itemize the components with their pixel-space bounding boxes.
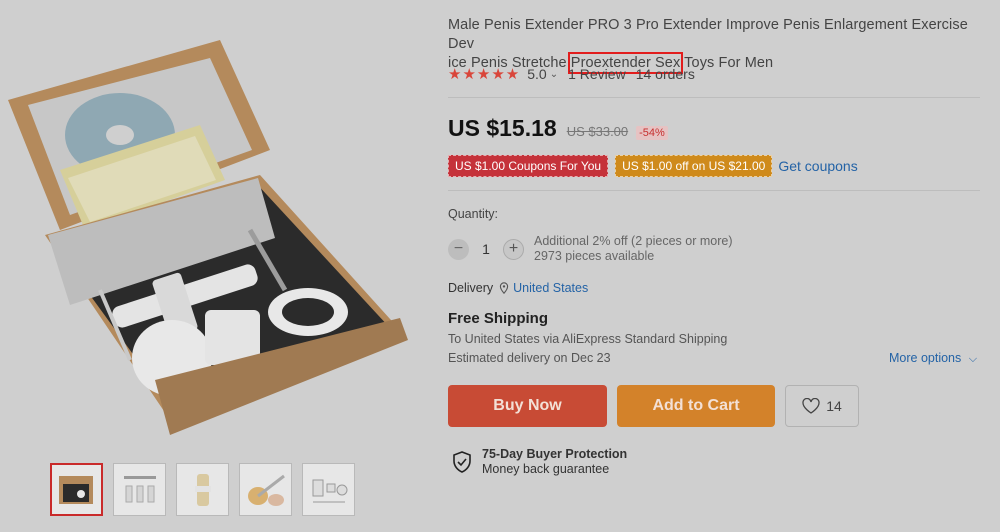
quantity-stepper: − 1 + Additional 2% off (2 pieces or mor… xyxy=(448,234,732,264)
price-row: US $15.18 US $33.00 -54% xyxy=(448,115,668,142)
product-details: Male Penis Extender PRO 3 Pro Extender I… xyxy=(448,0,980,532)
original-price: US $33.00 xyxy=(566,124,629,139)
thumbnail-5[interactable] xyxy=(302,463,355,516)
discount-badge: -54% xyxy=(636,126,668,140)
shipping-method: To United States via AliExpress Standard… xyxy=(448,332,728,346)
current-price: US $15.18 xyxy=(448,115,557,141)
product-gallery xyxy=(0,0,420,532)
quantity-input[interactable]: 1 xyxy=(469,241,503,257)
bulk-discount-text: Additional 2% off (2 pieces or more) xyxy=(534,234,733,248)
more-options-link[interactable]: More options ⌵ xyxy=(889,351,977,366)
quantity-decrease-button[interactable]: − xyxy=(448,238,469,260)
protection-text: 75-Day Buyer Protection Money back guara… xyxy=(482,447,627,477)
thumbnail-3[interactable] xyxy=(176,463,229,516)
thumbnail-2[interactable] xyxy=(113,463,166,516)
rating-row: ★★★★★ 5.0 ⌄ 1 Review 14 orders xyxy=(448,65,695,83)
buyer-protection: 75-Day Buyer Protection Money back guara… xyxy=(452,447,627,477)
chevron-down-icon[interactable]: ⌵ xyxy=(969,353,977,365)
add-to-cart-button[interactable]: Add to Cart xyxy=(617,385,775,427)
more-options-label[interactable]: More options xyxy=(889,351,961,365)
estimated-delivery: Estimated delivery on Dec 23 xyxy=(448,351,611,365)
title-part-1: Male Penis Extender PRO 3 Pro Extender I… xyxy=(448,17,968,52)
wishlist-button[interactable]: 14 xyxy=(785,385,859,427)
divider xyxy=(448,97,980,98)
quantity-label: Quantity: xyxy=(448,207,499,221)
get-coupons-link[interactable]: Get coupons xyxy=(778,158,857,174)
store-coupon[interactable]: US $1.00 Coupons For You xyxy=(448,155,609,177)
divider xyxy=(448,190,980,191)
main-product-image[interactable] xyxy=(0,40,420,440)
protection-subtitle: Money back guarantee xyxy=(482,462,610,476)
review-count[interactable]: 1 Review xyxy=(568,66,626,82)
order-count: 14 orders xyxy=(635,66,695,82)
coupon-row: US $1.00 Coupons For You US $1.00 off on… xyxy=(448,155,858,177)
thumbnail-1[interactable] xyxy=(50,463,103,516)
quantity-info: Additional 2% off (2 pieces or more) 297… xyxy=(534,234,732,264)
free-shipping-heading: Free Shipping xyxy=(448,310,549,327)
rating-score[interactable]: 5.0 xyxy=(527,66,546,82)
star-rating-icon: ★★★★★ xyxy=(448,66,521,83)
buy-now-button[interactable]: Buy Now xyxy=(448,385,607,427)
thumbnail-4[interactable] xyxy=(239,463,292,516)
select-coupon[interactable]: US $1.00 off on US $21.00 xyxy=(615,155,773,177)
thumbnail-strip xyxy=(50,463,355,516)
delivery-row: Delivery United States xyxy=(448,281,588,295)
protection-title: 75-Day Buyer Protection xyxy=(482,447,628,461)
heart-icon xyxy=(802,398,820,414)
shield-check-icon xyxy=(453,451,471,473)
wishlist-count: 14 xyxy=(826,398,842,414)
location-pin-icon xyxy=(500,282,509,294)
delivery-location-link[interactable]: United States xyxy=(513,281,588,295)
quantity-increase-button[interactable]: + xyxy=(503,238,524,260)
delivery-label: Delivery xyxy=(448,281,494,295)
chevron-down-icon[interactable]: ⌄ xyxy=(550,69,558,80)
available-stock: 2973 pieces available xyxy=(534,249,655,263)
